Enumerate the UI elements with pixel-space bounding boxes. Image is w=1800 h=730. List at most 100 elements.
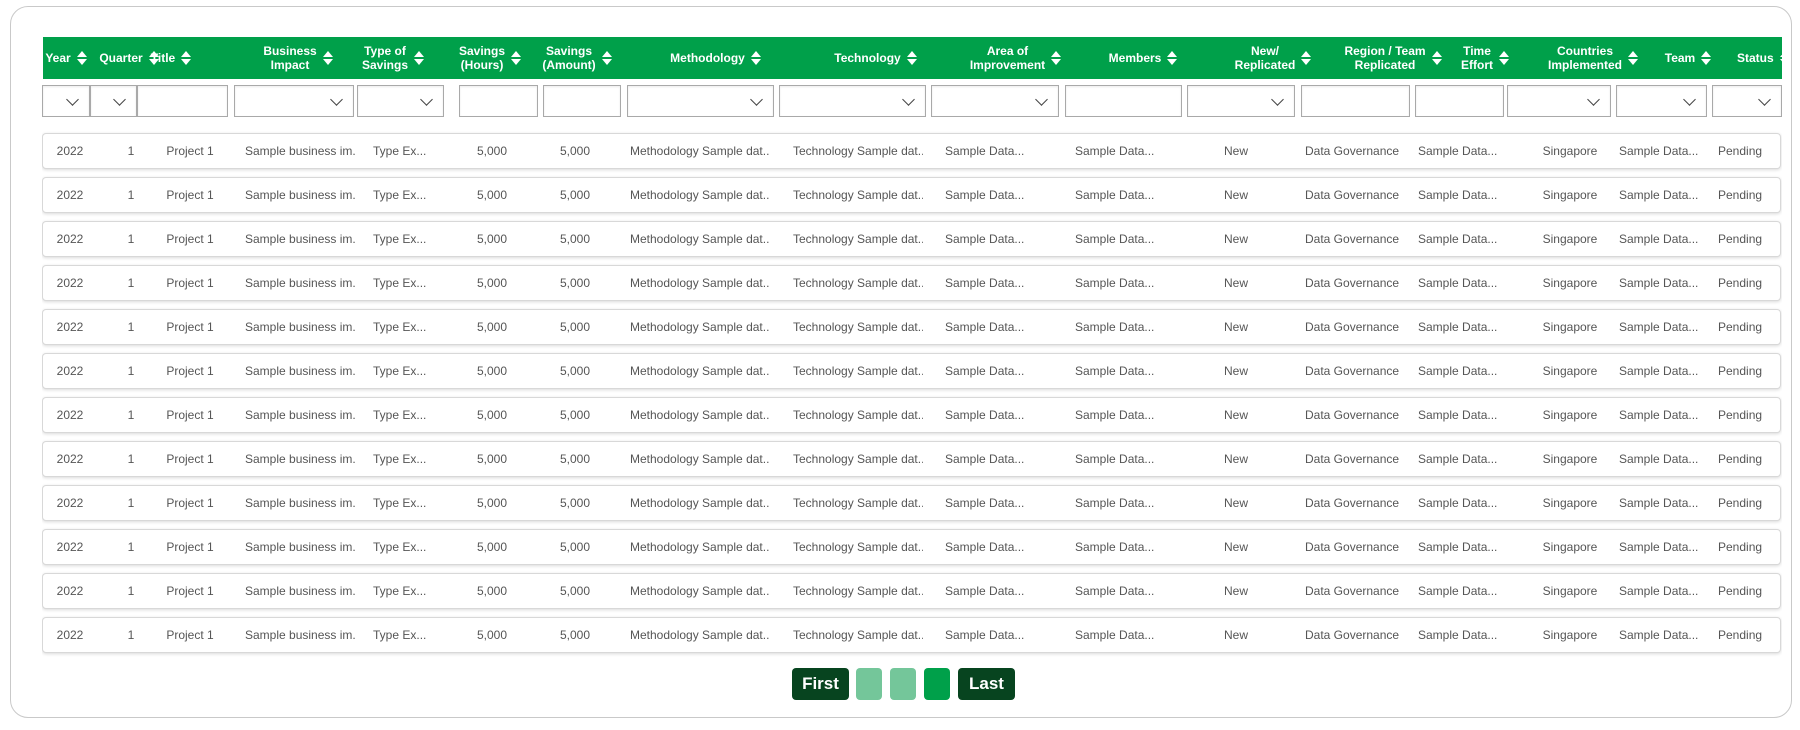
column-header-label: Time Effort [1461,44,1493,72]
cell-title: Project 1 [166,628,214,642]
cell-area-of-improvement: Sample Data... [945,232,1025,246]
column-header-type-of-savings[interactable]: Type of Savings [353,37,433,79]
cell-status: Pending [1718,320,1763,334]
table-row[interactable]: 2022 1 Project 1 Sample business im... Type … [42,397,1781,433]
cell-members: Sample Data... [1075,276,1155,290]
table-row[interactable]: 2022 1 Project 1 Sample business im... Type … [42,441,1781,477]
sort-icon[interactable] [76,51,87,65]
sort-icon[interactable] [1779,51,1782,65]
sort-icon[interactable] [181,51,192,65]
cell-type-of-savings: Type Ex... [373,496,427,510]
chevron-down-icon [330,93,343,106]
sort-icon[interactable] [1628,51,1638,65]
first-page-button[interactable]: First [792,668,849,700]
column-header-technology[interactable]: Technology [803,37,948,79]
filter-select-new-replicated[interactable] [1187,85,1295,117]
cell-status: Pending [1718,276,1763,290]
table-row[interactable]: 2022 1 Project 1 Sample business im... Type … [42,221,1781,257]
table-row[interactable]: 2022 1 Project 1 Sample business im... Type … [42,133,1781,169]
cell-methodology: Methodology Sample dat... [630,584,770,598]
column-header-time-effort[interactable]: Time Effort [1435,37,1535,79]
filter-select-area-of-improvement[interactable] [931,85,1059,117]
cell-new-replicated: New [1223,320,1248,334]
filter-select-business-impact[interactable] [234,85,354,117]
cell-savings-hours: 5,000 [476,496,508,510]
column-header-team[interactable]: Team [1638,37,1738,79]
chevron-down-icon [66,93,79,106]
column-header-label: Countries Implemented [1547,44,1622,72]
sort-icon[interactable] [1499,51,1509,65]
table-row[interactable]: 2022 1 Project 1 Sample business im... Type … [42,529,1781,565]
cell-members: Sample Data... [1075,232,1155,246]
filter-input-title[interactable] [137,85,228,117]
column-header-savings-amount[interactable]: Savings (Amount) [538,37,616,79]
filter-select-year[interactable] [42,85,90,117]
column-header-new-replicated[interactable]: New/ Replicated [1203,37,1343,79]
sort-icon[interactable] [322,51,333,65]
column-header-business-impact[interactable]: Business Impact [238,37,358,79]
page-button-2[interactable] [890,668,916,700]
cell-year: 2022 [56,188,84,202]
cell-members: Sample Data... [1075,320,1155,334]
column-header-year[interactable]: Year [43,37,89,79]
last-page-button[interactable]: Last [958,668,1015,700]
column-header-members[interactable]: Members [1073,37,1213,79]
sort-icon[interactable] [1701,51,1712,65]
cell-time-effort: Sample Data... [1418,188,1498,202]
page-button-1[interactable] [856,668,882,700]
filter-select-team[interactable] [1616,85,1707,117]
cell-region-team-replicated: Data Governance [1305,496,1400,510]
cell-status: Pending [1718,496,1763,510]
filter-select-methodology[interactable] [627,85,774,117]
filter-input-time-effort[interactable] [1415,85,1504,117]
cell-region-team-replicated: Data Governance [1305,188,1400,202]
sort-icon[interactable] [1167,51,1178,65]
column-header-quarter[interactable]: Quarter [99,37,159,79]
cell-type-of-savings: Type Ex... [373,628,427,642]
column-header-area-of-improvement[interactable]: Area of Improvement [943,37,1088,79]
table-row[interactable]: 2022 1 Project 1 Sample business im... Type … [42,265,1781,301]
filter-select-type-of-savings[interactable] [357,85,444,117]
cell-team: Sample Data... [1619,232,1699,246]
cell-team: Sample Data... [1619,540,1699,554]
column-header-methodology[interactable]: Methodology [643,37,788,79]
table-row[interactable]: 2022 1 Project 1 Sample business im... Type … [42,353,1781,389]
column-header-label: Team [1664,51,1696,65]
filter-input-savings-amount[interactable] [543,85,621,117]
cell-team: Sample Data... [1619,584,1699,598]
filter-select-technology[interactable] [779,85,926,117]
page-button-3[interactable] [924,668,950,700]
column-header-title[interactable]: Title [147,37,195,79]
column-header-status[interactable]: Status [1737,37,1782,79]
cell-savings-hours: 5,000 [476,276,508,290]
sort-icon[interactable] [906,51,917,65]
cell-title: Project 1 [166,584,214,598]
filter-input-members[interactable] [1065,85,1182,117]
table-row[interactable]: 2022 1 Project 1 Sample business im... Type … [42,177,1781,213]
sort-icon[interactable] [1051,51,1062,65]
column-header-label: Area of Improvement [969,44,1046,72]
filter-select-countries-implemented[interactable] [1507,85,1611,117]
table-row[interactable]: 2022 1 Project 1 Sample business im... Type … [42,485,1781,521]
cell-methodology: Methodology Sample dat... [630,496,770,510]
cell-title: Project 1 [166,232,214,246]
table-row[interactable]: 2022 1 Project 1 Sample business im... Type … [42,309,1781,345]
cell-new-replicated: New [1223,232,1248,246]
table-row[interactable]: 2022 1 Project 1 Sample business im... Type … [42,617,1781,653]
filter-input-region-team-replicated[interactable] [1301,85,1410,117]
filter-input-savings-hours[interactable] [459,85,538,117]
sort-icon[interactable] [750,51,761,65]
cell-status: Pending [1718,628,1763,642]
sort-icon[interactable] [1301,51,1312,65]
sort-icon[interactable] [601,51,612,65]
cell-quarter: 1 [127,188,135,202]
sort-icon[interactable] [511,51,522,65]
column-header-savings-hours[interactable]: Savings (Hours) [448,37,532,79]
filter-select-status[interactable] [1712,85,1782,117]
table-row[interactable]: 2022 1 Project 1 Sample business im... Type … [42,573,1781,609]
cell-technology: Technology Sample dat... [793,584,923,598]
column-header-label: Members [1108,51,1162,65]
filter-select-quarter[interactable] [90,85,137,117]
sort-icon[interactable] [414,51,425,65]
cell-new-replicated: New [1223,540,1248,554]
